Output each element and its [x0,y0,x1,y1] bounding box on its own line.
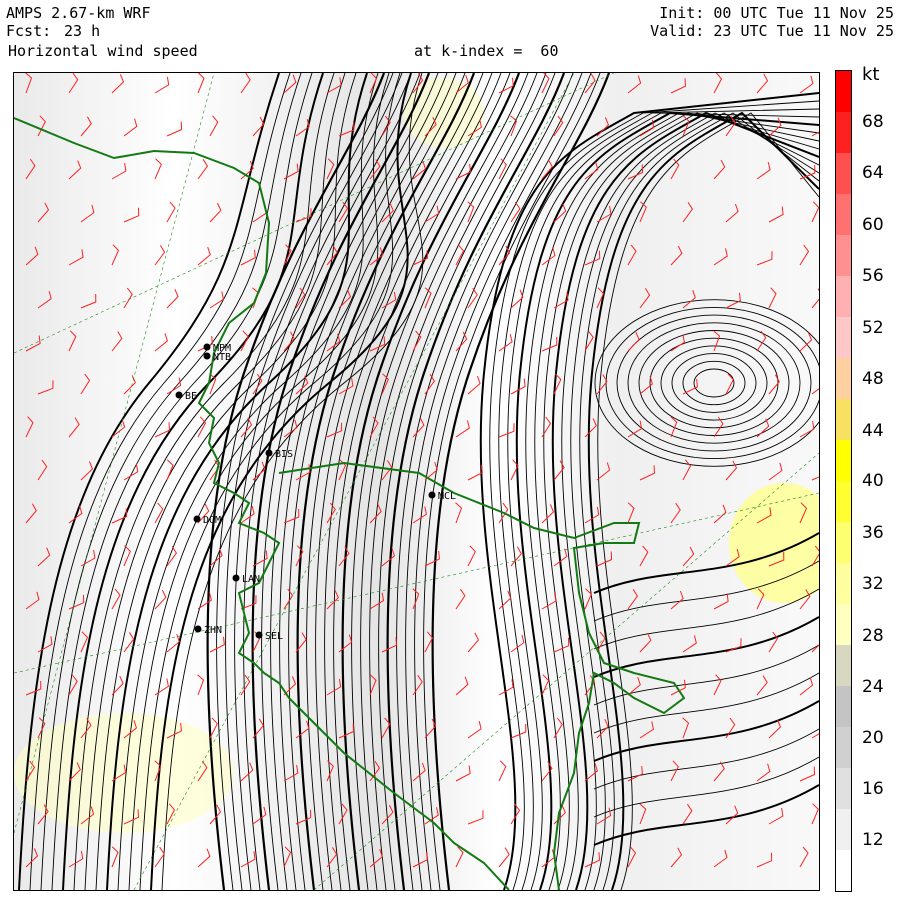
init-time: Init: 00 UTC Tue 11 Nov 25 [659,4,894,22]
colorbar-segment [836,276,851,317]
colorbar-segment [836,850,851,891]
colorbar-segment [836,727,851,768]
station-marker [203,352,211,360]
station-label: LAN [242,574,260,585]
colorbar-tick-label: 20 [862,728,884,748]
colorbar-segment [836,71,851,112]
colorbar-tick-label: 52 [862,318,884,338]
colorbar-tick-label: 48 [862,369,884,389]
colorbar-tick-label: 28 [862,626,884,646]
station-label: SEL [265,631,283,642]
variable-name: Horizontal wind speed [8,42,198,60]
station-marker [428,491,436,499]
colorbar-segment [836,809,851,850]
colorbar-segment [836,317,851,358]
forecast-hour: 23 h [64,22,101,40]
station-marker [194,625,202,633]
model-title: AMPS 2.67-km WRF [6,4,151,22]
colorbar-tick-label: 36 [862,523,884,543]
colorbar-segment [836,768,851,809]
station-marker [175,391,183,399]
colorbar-tick-label: 56 [862,266,884,286]
colorbar-segment [836,112,851,153]
colorbar-segment [836,194,851,235]
colorbar-segment [836,686,851,727]
station-label: MPM [213,343,231,354]
station-marker [255,631,263,639]
colorbar [835,70,852,892]
forecast-label: Fcst: [6,22,52,40]
colorbar-segment [836,358,851,399]
station-label: ZHN [204,625,222,636]
colorbar-tick-label: 32 [862,574,884,594]
station-label: BIS [275,449,293,460]
colorbar-tick-label: 64 [862,163,884,183]
colorbar-segment [836,440,851,481]
colorbar-unit: kt [862,64,880,85]
station-marker [193,515,201,523]
wind-map: BIS MCL DOM ZHN SEL LAN NTB MPM BE [13,72,820,891]
station-label: DOM [203,515,221,526]
colorbar-segment [836,604,851,645]
station-label: MCL [438,491,456,502]
colorbar-tick-label: 60 [862,215,884,235]
colorbar-segment [836,153,851,194]
level-label: at k-index = 60 [414,42,559,60]
station-marker [265,449,273,457]
colorbar-tick-label: 12 [862,830,884,850]
colorbar-segment [836,399,851,440]
station-label: BE [185,391,197,402]
colorbar-tick-label: 24 [862,677,884,697]
colorbar-tick-label: 44 [862,421,884,441]
colorbar-segment [836,645,851,686]
colorbar-tick-label: 40 [862,471,884,491]
colorbar-segment [836,522,851,563]
colorbar-segment [836,481,851,522]
colorbar-segment [836,235,851,276]
colorbar-tick-label: 16 [862,779,884,799]
colorbar-tick-label: 68 [862,112,884,132]
station-marker [232,574,240,582]
valid-time: Valid: 23 UTC Tue 11 Nov 25 [650,22,894,40]
station-marker [203,343,211,351]
colorbar-segment [836,563,851,604]
